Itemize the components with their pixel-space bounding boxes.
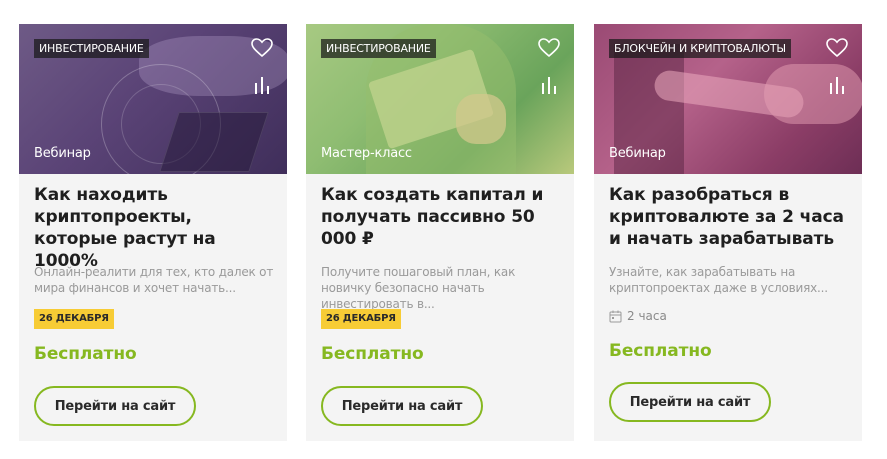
image-decoration [764,64,862,124]
price-label: Бесплатно [34,344,137,364]
card-description: Онлайн-реалити для тех, кто далек от мир… [34,265,274,295]
category-badge: БЛОКЧЕЙН И КРИПТОВАЛЮТЫ [609,39,791,58]
go-to-site-button[interactable]: Перейти на сайт [321,386,483,426]
card-title[interactable]: Как находить криптопроекты, которые раст… [34,184,274,272]
calendar-icon [609,310,622,322]
date-tag: 26 ДЕКАБРЯ [34,309,114,329]
stats-icon[interactable] [828,76,846,96]
heart-icon[interactable] [826,38,848,58]
go-to-site-button[interactable]: Перейти на сайт [609,382,771,422]
stats-icon[interactable] [253,76,271,96]
price-label: Бесплатно [609,341,712,361]
course-card[interactable]: БЛОКЧЕЙН И КРИПТОВАЛЮТЫ Вебинар Как разо… [594,24,862,441]
heart-icon[interactable] [251,38,273,58]
card-image[interactable]: ИНВЕСТИРОВАНИЕ Мастер-класс [306,24,574,174]
date-tag: 26 ДЕКАБРЯ [321,309,401,329]
card-description: Получите пошаговый план, как новичку без… [321,265,516,311]
card-title[interactable]: Как разобраться в криптовалюте за 2 часа… [609,184,849,250]
course-card[interactable]: ИНВЕСТИРОВАНИЕ Вебинар Как находить крип… [19,24,287,441]
format-label: Вебинар [34,146,91,161]
category-badge: ИНВЕСТИРОВАНИЕ [34,39,149,58]
card-description: Узнайте, как зарабатывать на криптопроек… [609,265,828,295]
duration-info: 2 часа [609,308,667,324]
card-title[interactable]: Как создать капитал и получать пассивно … [321,184,561,250]
category-badge: ИНВЕСТИРОВАНИЕ [321,39,436,58]
image-decoration [456,94,506,144]
stats-icon[interactable] [540,76,558,96]
card-image[interactable]: БЛОКЧЕЙН И КРИПТОВАЛЮТЫ Вебинар [594,24,862,174]
card-image[interactable]: ИНВЕСТИРОВАНИЕ Вебинар [19,24,287,174]
duration-label: 2 часа [627,309,667,323]
price-label: Бесплатно [321,344,424,364]
course-card[interactable]: ИНВЕСТИРОВАНИЕ Мастер-класс Как создать … [306,24,574,441]
image-decoration [159,112,269,172]
format-label: Мастер-класс [321,146,412,161]
format-label: Вебинар [609,146,666,161]
heart-icon[interactable] [538,38,560,58]
go-to-site-button[interactable]: Перейти на сайт [34,386,196,426]
